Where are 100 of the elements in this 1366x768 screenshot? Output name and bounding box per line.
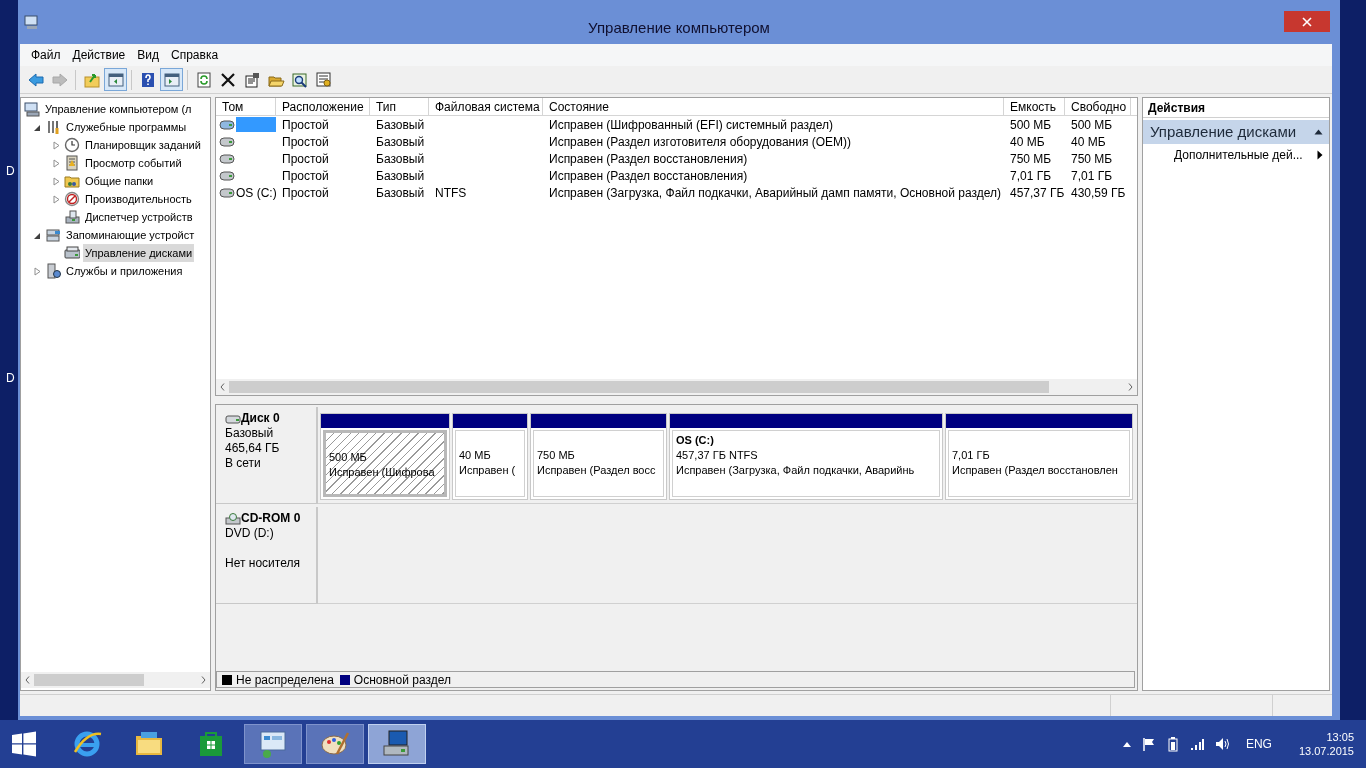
table-cell-text: Простой xyxy=(281,133,330,150)
volume-icon xyxy=(219,170,235,181)
tree-item[interactable]: Диспетчер устройств xyxy=(83,208,195,226)
table-cell-text: Базовый xyxy=(375,184,426,201)
clock[interactable]: 13:05 13.07.2015 xyxy=(1298,730,1354,758)
taskbar-button[interactable] xyxy=(306,724,364,764)
device-manager-icon xyxy=(64,209,80,225)
legend-label: Не распределена xyxy=(236,671,334,689)
partition-block[interactable]: 500 МБ Исправен (Шифрова xyxy=(320,413,450,500)
scroll-right-icon[interactable] xyxy=(201,676,206,684)
table-cell-text: Простой xyxy=(281,184,330,201)
volume-icon xyxy=(219,187,235,198)
menu-item[interactable]: Действие xyxy=(67,45,131,65)
column-header[interactable]: Свободно xyxy=(1065,98,1131,116)
column-header[interactable]: Том xyxy=(216,98,276,116)
menu-item[interactable]: Справка xyxy=(166,45,224,65)
table-cell-text: Простой xyxy=(281,150,330,167)
partition-status: Исправен ( xyxy=(459,463,517,478)
legend-label: Основной раздел xyxy=(353,671,451,689)
actions-section-header[interactable]: Управление дисками xyxy=(1143,120,1329,144)
tree-item[interactable]: Производительность xyxy=(83,190,194,208)
table-cell-text: Базовый xyxy=(375,167,426,184)
clock-time: 13:05 xyxy=(1326,730,1354,744)
services-icon xyxy=(45,263,61,279)
expand-arrow-icon[interactable] xyxy=(33,266,42,276)
clock-date: 13.07.2015 xyxy=(1298,744,1354,758)
tree-item[interactable]: Планировщик заданий xyxy=(83,136,203,154)
tree-item[interactable]: Служебные программы xyxy=(64,118,189,136)
table-cell: OS (C:) xyxy=(236,185,277,200)
horizontal-scrollbar[interactable] xyxy=(216,379,1137,395)
partition-name: OS (C:) xyxy=(676,433,715,448)
action-pane-button[interactable] xyxy=(160,68,183,91)
language-indicator[interactable]: ENG xyxy=(1245,735,1272,753)
desktop-icon-label[interactable]: D xyxy=(6,369,15,387)
delete-icon xyxy=(218,70,237,89)
storage-icon xyxy=(45,227,61,243)
taskbar-button[interactable] xyxy=(244,724,302,764)
taskbar-button[interactable] xyxy=(368,724,426,764)
back-arrow-icon xyxy=(26,70,45,89)
partition-block[interactable]: 40 МБ Исправен ( xyxy=(452,413,528,500)
scroll-left-icon[interactable] xyxy=(25,676,30,684)
windows-logo-icon xyxy=(11,731,37,757)
window-title: Управление компьютером xyxy=(588,19,770,37)
action-link[interactable]: Дополнительные дей... xyxy=(1174,146,1303,164)
tree-item[interactable]: Службы и приложения xyxy=(64,262,185,280)
actions-header: Действия xyxy=(1143,98,1329,118)
column-header[interactable]: Состояние xyxy=(543,98,1004,116)
battery-icon[interactable] xyxy=(1166,736,1179,752)
partition-status: Исправен (Загрузка, Файл подкачки, Аварийнь xyxy=(676,463,916,478)
column-header[interactable]: Тип xyxy=(370,98,429,116)
shared-folder-icon xyxy=(64,173,80,189)
tools-icon xyxy=(45,119,61,135)
scroll-left-icon[interactable] xyxy=(220,383,225,391)
column-header[interactable]: Расположение xyxy=(276,98,370,116)
column-header[interactable]: Емкость xyxy=(1004,98,1065,116)
tree-item[interactable]: Управление дисками xyxy=(83,244,195,262)
cd-drive-icon xyxy=(225,512,241,525)
column-header[interactable]: Файловая система xyxy=(429,98,543,116)
table-cell-text: Простой xyxy=(281,116,330,133)
menu-item[interactable]: Вид xyxy=(132,45,164,65)
speaker-icon[interactable] xyxy=(1214,737,1231,751)
tree-item[interactable]: Общие папки xyxy=(83,172,156,190)
computer-icon xyxy=(24,14,40,30)
horizontal-scrollbar[interactable] xyxy=(21,672,210,688)
disk-name: Диск 0 xyxy=(241,411,280,426)
expand-arrow-icon[interactable] xyxy=(52,194,61,204)
table-cell-text: NTFS xyxy=(434,184,468,201)
tree-pane-button[interactable] xyxy=(104,68,127,91)
flag-icon[interactable] xyxy=(1141,737,1156,751)
table-cell-text: Базовый xyxy=(375,116,426,133)
refresh-icon xyxy=(194,70,213,89)
signal-icon[interactable] xyxy=(1189,737,1204,751)
volume-icon xyxy=(219,119,235,130)
table-cell-text: Исправен (Шифрованный (EFI) системный раздел) xyxy=(548,116,835,133)
table-cell-text: 7,01 ГБ xyxy=(1070,167,1114,184)
expand-arrow-icon[interactable] xyxy=(52,158,61,168)
table-cell-text: Простой xyxy=(281,167,330,184)
close-button[interactable] xyxy=(1284,11,1330,32)
clock-icon xyxy=(64,137,80,153)
partition-block[interactable]: 7,01 ГБ Исправен (Раздел восстановлен xyxy=(945,413,1133,500)
partition-block[interactable]: OS (C:) 457,37 ГБ NTFS Исправен (Загрузка, Файл подкачки, Аварийнь xyxy=(669,413,943,500)
table-cell-text: 500 МБ xyxy=(1009,116,1053,133)
expand-arrow-icon[interactable] xyxy=(52,176,61,186)
partition-block[interactable]: 750 МБ Исправен (Раздел восс xyxy=(530,413,667,500)
disk-status: В сети xyxy=(225,456,262,471)
tree-item[interactable]: Управление компьютером (л xyxy=(43,100,194,118)
computer-icon xyxy=(24,101,40,117)
tree-item[interactable]: Просмотр событий xyxy=(83,154,184,172)
partition-size: 457,37 ГБ NTFS xyxy=(676,448,759,463)
expand-arrow-icon[interactable] xyxy=(52,140,61,150)
desktop-icon-label[interactable]: D xyxy=(6,162,15,180)
tree-item[interactable]: Запоминающие устройст xyxy=(64,226,197,244)
disk-name: CD-ROM 0 xyxy=(241,511,301,526)
partition-status: Исправен (Раздел восстановлен xyxy=(952,463,1119,478)
scroll-right-icon[interactable] xyxy=(1128,383,1133,391)
partition-size: 7,01 ГБ xyxy=(952,448,991,463)
table-cell-text: Базовый xyxy=(375,150,426,167)
table-cell-text: Исправен (Раздел восстановления) xyxy=(548,150,749,167)
chevron-up-icon[interactable] xyxy=(1122,741,1131,747)
menu-item[interactable]: Файл xyxy=(26,45,66,65)
